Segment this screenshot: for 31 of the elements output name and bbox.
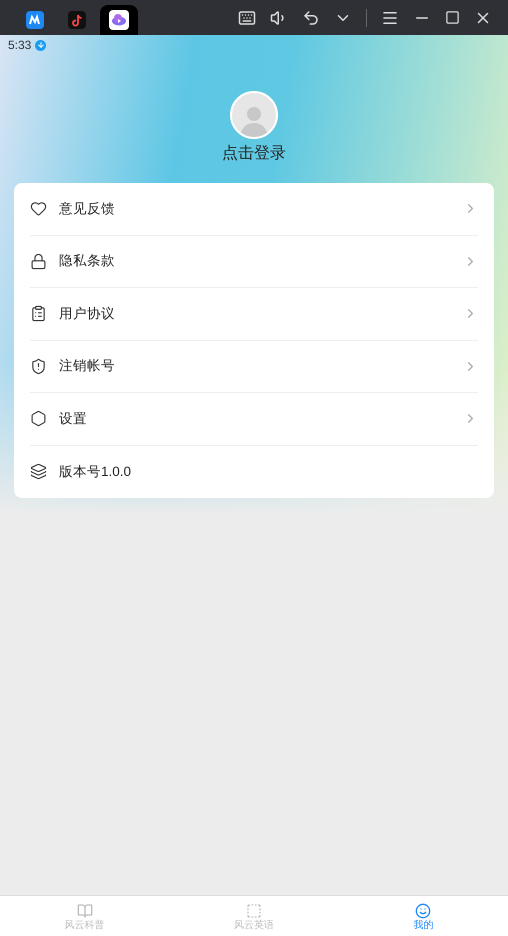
menu-item[interactable]: 用户协议 xyxy=(30,288,478,340)
login-link[interactable]: 点击登录 xyxy=(222,142,286,166)
heart-icon xyxy=(30,200,47,218)
menu-item[interactable]: 意见反馈 xyxy=(30,183,478,236)
cloud-icon xyxy=(109,10,129,30)
menu-label: 注销帐号 xyxy=(59,357,116,376)
menu-label: 意见反馈 xyxy=(59,200,116,218)
menu-item[interactable]: 设置 xyxy=(30,393,478,446)
music-note-icon xyxy=(68,11,86,29)
download-icon xyxy=(35,40,46,50)
shield-icon xyxy=(30,358,47,375)
app-tab[interactable] xyxy=(100,5,138,35)
smiley-icon xyxy=(415,902,432,918)
menu-item[interactable]: 隐私条款 xyxy=(30,236,478,288)
undo-icon[interactable] xyxy=(302,8,320,26)
menu-label: 隐私条款 xyxy=(59,252,116,270)
tab-bar-item[interactable]: 我的 xyxy=(338,896,508,936)
hexagon-icon xyxy=(30,410,47,428)
clipboard-icon xyxy=(30,305,47,322)
lock-icon xyxy=(30,252,47,270)
status-time: 5:33 xyxy=(8,37,32,54)
menu-label: 版本号1.0.0 xyxy=(59,462,132,481)
menu-item[interactable]: 注销帐号 xyxy=(30,340,478,393)
menu-label: 设置 xyxy=(59,410,88,428)
menu-label: 用户协议 xyxy=(59,304,116,323)
app-logo-icon xyxy=(26,11,44,29)
layers-icon xyxy=(30,463,47,480)
book-icon xyxy=(76,902,93,918)
keyboard-icon[interactable] xyxy=(238,8,256,26)
letter-box-icon xyxy=(246,902,262,918)
maximize-icon[interactable] xyxy=(445,10,460,25)
